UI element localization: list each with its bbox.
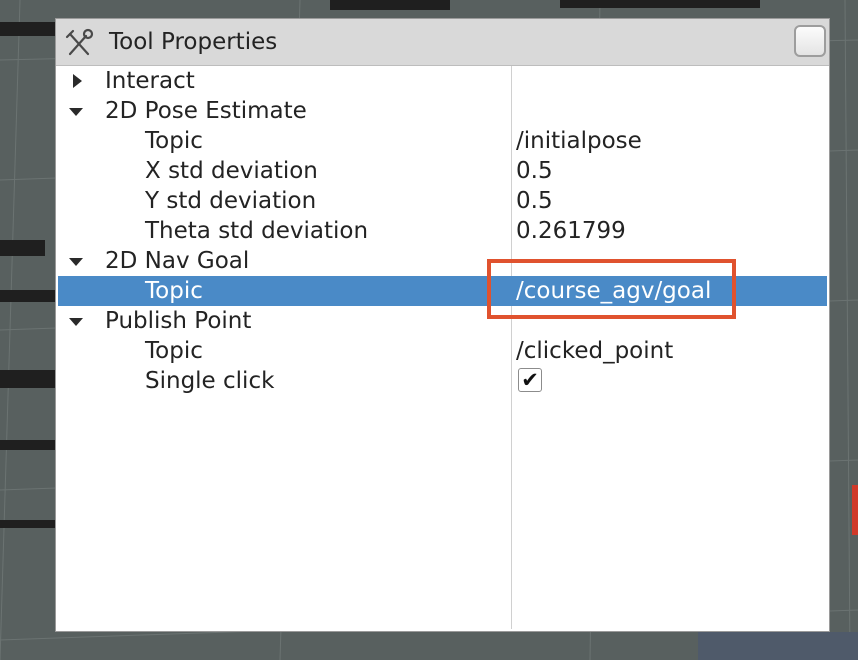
panel-title: Tool Properties — [109, 29, 278, 55]
tree-property-row[interactable]: Y std deviation 0.5 — [58, 186, 827, 216]
property-name: Topic — [145, 128, 203, 154]
property-name: Single click — [145, 368, 275, 394]
tree-group-row[interactable]: Interact — [58, 66, 827, 96]
tools-icon — [65, 28, 94, 56]
property-name: Topic — [145, 278, 203, 304]
tree-property-row[interactable]: X std deviation 0.5 — [58, 156, 827, 186]
tool-properties-panel: Tool Properties Interact 2D Pose Estimate… — [55, 18, 830, 632]
tree-property-row[interactable]: Single click ✔ — [58, 366, 827, 396]
single-click-checkbox[interactable]: ✔ — [518, 368, 542, 392]
property-value[interactable]: 0.261799 — [516, 216, 626, 246]
property-name: 2D Pose Estimate — [105, 98, 307, 124]
property-value[interactable]: 0.5 — [516, 186, 553, 216]
property-value[interactable]: /initialpose — [516, 126, 642, 156]
properties-tree: Interact 2D Pose Estimate Topic/initialpos… — [58, 66, 827, 629]
tree-group-row[interactable]: 2D Pose Estimate — [58, 96, 827, 126]
property-name: Y std deviation — [145, 188, 317, 214]
expand-down-arrow-icon[interactable] — [58, 96, 83, 126]
property-name: Theta std deviation — [145, 218, 369, 244]
panel-titlebar[interactable]: Tool Properties — [56, 19, 829, 66]
expand-down-arrow-icon[interactable] — [58, 306, 83, 336]
property-name: 2D Nav Goal — [105, 248, 250, 274]
undock-button[interactable] — [794, 25, 826, 57]
property-value[interactable]: /clicked_point — [516, 336, 673, 366]
property-name: Publish Point — [105, 308, 252, 334]
tree-property-row[interactable]: Theta std deviation 0.261799 — [58, 216, 827, 246]
property-value[interactable]: 0.5 — [516, 156, 553, 186]
expand-down-arrow-icon[interactable] — [58, 246, 83, 276]
highlight-annotation-box — [487, 259, 736, 319]
property-name: Interact — [105, 68, 195, 94]
property-name: Topic — [145, 338, 203, 364]
expand-right-arrow-icon[interactable] — [58, 66, 82, 96]
tree-property-row[interactable]: Topic/clicked_point — [58, 336, 827, 366]
tree-property-row[interactable]: Topic/initialpose — [58, 126, 827, 156]
property-name: X std deviation — [145, 158, 318, 184]
